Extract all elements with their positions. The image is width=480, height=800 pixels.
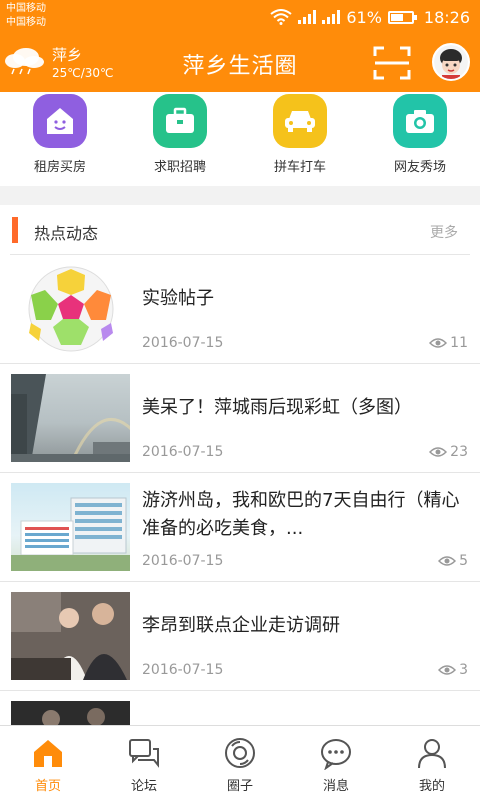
carrier-2: 中国移动 bbox=[6, 17, 46, 28]
view-count: 3 bbox=[438, 662, 468, 678]
clock: 18:26 bbox=[423, 7, 470, 27]
signal-icon-2 bbox=[322, 10, 341, 24]
more-link[interactable]: 更多 bbox=[430, 222, 458, 242]
post-thumbnail bbox=[11, 483, 130, 571]
quick-nav-jobs[interactable]: 求职招聘 bbox=[120, 92, 240, 186]
soccer-ball-image bbox=[28, 266, 114, 352]
forum-icon bbox=[129, 739, 159, 768]
post-date: 2016-07-15 bbox=[142, 335, 224, 351]
quick-nav-label: 拼车打车 bbox=[273, 160, 326, 175]
building-image bbox=[11, 497, 130, 571]
section-accent-bar bbox=[12, 217, 18, 243]
eye-icon bbox=[438, 556, 457, 566]
wifi-icon bbox=[270, 9, 292, 25]
view-count-value: 3 bbox=[459, 662, 468, 678]
message-icon bbox=[321, 739, 351, 770]
tab-profile[interactable]: 我的 bbox=[384, 726, 480, 800]
quick-nav-icon-bg bbox=[33, 94, 87, 148]
view-count-value: 11 bbox=[450, 335, 468, 351]
view-count: 23 bbox=[429, 444, 468, 460]
news-feed[interactable]: 实验帖子 2016-07-15 11 美呆了！萍城雨后现彩虹（多图） 2016-… bbox=[0, 255, 480, 725]
tab-label: 我的 bbox=[418, 779, 445, 794]
quick-nav-rent-buy[interactable]: 租房买房 bbox=[0, 92, 120, 186]
avatar[interactable] bbox=[432, 43, 470, 81]
post-title: 美呆了！萍城雨后现彩虹（多图） bbox=[142, 397, 412, 418]
view-count-value: 23 bbox=[450, 444, 468, 460]
quick-nav-icon-bg bbox=[153, 94, 207, 148]
quick-nav-show[interactable]: 网友秀场 bbox=[360, 92, 480, 186]
temperature: 25℃/30℃ bbox=[52, 66, 114, 80]
post-thumbnail bbox=[11, 701, 130, 725]
carrier-1: 中国移动 bbox=[6, 3, 46, 14]
tab-forum[interactable]: 论坛 bbox=[96, 726, 192, 800]
quick-nav-icon-bg bbox=[393, 94, 447, 148]
battery-fill bbox=[390, 13, 403, 21]
tab-messages[interactable]: 消息 bbox=[288, 726, 384, 800]
view-count: 11 bbox=[429, 335, 468, 351]
circle-icon bbox=[225, 738, 255, 768]
tab-home[interactable]: 首页 bbox=[0, 726, 96, 800]
weather-widget[interactable]: 萍乡 25℃/30℃ bbox=[4, 40, 114, 86]
post-title: 游济州岛，我和欧巴的7天自由行（精心准备的必吃美食，... bbox=[142, 490, 460, 539]
city-name: 萍乡 bbox=[52, 46, 83, 64]
status-right: 61% 18:26 bbox=[270, 6, 470, 28]
tab-label: 首页 bbox=[34, 779, 61, 794]
section-title: 热点动态 bbox=[34, 224, 99, 243]
signal-icon-1 bbox=[298, 10, 317, 24]
view-count: 5 bbox=[438, 553, 468, 569]
meeting-photo-image bbox=[11, 592, 130, 680]
tab-label: 消息 bbox=[322, 779, 349, 794]
app-title: 萍乡生活圈 bbox=[182, 54, 298, 79]
tab-circle[interactable]: 圈子 bbox=[192, 726, 288, 800]
quick-nav-label: 网友秀场 bbox=[393, 160, 446, 175]
eye-icon bbox=[438, 665, 457, 675]
briefcase-icon bbox=[166, 107, 194, 133]
eye-icon bbox=[429, 447, 448, 457]
quick-nav-carpool[interactable]: 拼车打车 bbox=[240, 92, 360, 186]
list-item[interactable]: 实验帖子 2016-07-15 11 bbox=[0, 255, 480, 364]
scan-icon[interactable] bbox=[372, 44, 412, 82]
app-header: 萍乡 25℃/30℃ 萍乡生活圈 bbox=[0, 34, 480, 92]
list-item[interactable] bbox=[0, 691, 480, 725]
status-bar: 中国移动 中国移动 61% 18:26 bbox=[0, 0, 480, 34]
battery-percent: 61% bbox=[346, 7, 382, 27]
quick-nav-label: 求职招聘 bbox=[153, 160, 206, 175]
home-icon bbox=[34, 740, 62, 767]
city-rainbow-image bbox=[11, 374, 130, 462]
quick-nav-label: 租房买房 bbox=[33, 160, 86, 175]
hot-news-header: 热点动态 更多 bbox=[0, 205, 480, 255]
quick-nav-icon-bg bbox=[273, 94, 327, 148]
battery-icon bbox=[387, 10, 417, 24]
post-date: 2016-07-15 bbox=[142, 553, 224, 569]
post-title: 实验帖子 bbox=[142, 288, 214, 309]
list-item[interactable]: 游济州岛，我和欧巴的7天自由行（精心准备的必吃美食，... 2016-07-15… bbox=[0, 473, 480, 582]
post-thumbnail bbox=[11, 374, 130, 462]
view-count-value: 5 bbox=[459, 553, 468, 569]
post-date: 2016-07-15 bbox=[142, 662, 224, 678]
bottom-tab-bar: 首页 论坛 圈子 消息 我的 bbox=[0, 725, 480, 800]
cloud-icon bbox=[5, 48, 44, 75]
post-title: 李昂到联点企业走访调研 bbox=[142, 615, 340, 636]
list-item[interactable]: 美呆了！萍城雨后现彩虹（多图） 2016-07-15 23 bbox=[0, 364, 480, 473]
tab-label: 论坛 bbox=[130, 779, 157, 794]
quick-nav: 租房买房 求职招聘 拼车打车 网友秀场 bbox=[0, 92, 480, 186]
tab-label: 圈子 bbox=[226, 779, 253, 794]
post-thumbnail bbox=[11, 265, 130, 353]
partial-photo-image bbox=[11, 701, 130, 725]
carrier-info: 中国移动 中国移动 bbox=[6, 2, 46, 30]
post-date: 2016-07-15 bbox=[142, 444, 224, 460]
car-icon bbox=[285, 111, 315, 132]
eye-icon bbox=[429, 338, 448, 348]
user-avatar-icon bbox=[434, 45, 468, 79]
list-item[interactable]: 李昂到联点企业走访调研 2016-07-15 3 bbox=[0, 582, 480, 691]
house-icon bbox=[47, 108, 73, 134]
post-thumbnail bbox=[11, 592, 130, 680]
camera-icon bbox=[406, 110, 434, 133]
profile-icon bbox=[418, 739, 446, 769]
